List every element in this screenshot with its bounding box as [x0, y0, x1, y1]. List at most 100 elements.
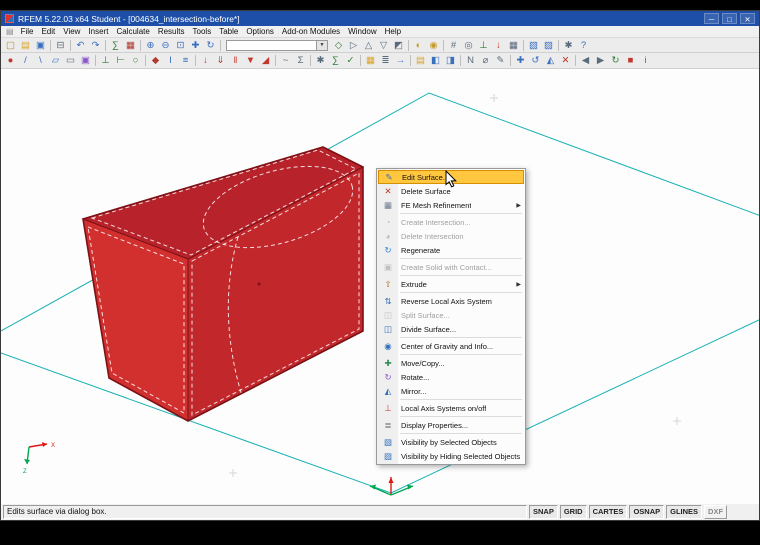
context-menu-item-fe-mesh-refinement[interactable]: ▦ FE Mesh Refinement ▶ — [378, 198, 524, 212]
menu-item-options[interactable]: Options — [242, 27, 278, 36]
context-menu-item-extrude[interactable]: ⇧ Extrude ▶ — [378, 277, 524, 291]
zoom-out-icon[interactable]: ⊖ — [158, 39, 173, 52]
context-menu-item-move-copy[interactable]: ✚ Move/Copy... — [378, 356, 524, 370]
status-toggle-glines[interactable]: GLINES — [666, 505, 703, 519]
calculate-icon[interactable]: ∑ — [108, 39, 123, 52]
menu-item-help[interactable]: Help — [381, 27, 405, 36]
panel-icon[interactable]: ◨ — [443, 54, 458, 67]
isometric-view-icon[interactable]: ◇ — [331, 39, 346, 52]
context-menu-item-local-axis-systems-on-off[interactable]: ⊥ Local Axis Systems on/off — [378, 401, 524, 415]
menu-item-insert[interactable]: Insert — [84, 27, 112, 36]
thickness-icon[interactable]: ≡ — [178, 54, 193, 67]
fe-mesh-display-icon[interactable]: ▦ — [506, 39, 521, 52]
maximize-button[interactable]: □ — [722, 13, 737, 24]
menu-item-window[interactable]: Window — [344, 27, 380, 36]
viewport[interactable]: X Z ✎ Edit Surface... ✕ Delete Surface ▦ FE M… — [1, 69, 759, 504]
visibility-icon[interactable]: ▧ — [526, 39, 541, 52]
load-combination-icon[interactable]: Σ — [293, 54, 308, 67]
menu-item-table[interactable]: Table — [215, 27, 242, 36]
status-toggle-dxf[interactable]: DXF — [704, 505, 728, 519]
export-icon[interactable]: → — [393, 54, 408, 67]
load-case-icon[interactable]: ↓ — [198, 54, 213, 67]
context-menu-item-visibility-by-hiding-selected-objects[interactable]: ▨ Visibility by Hiding Selected Objects — [378, 449, 524, 463]
menu-item-edit[interactable]: Edit — [37, 27, 59, 36]
rendering-icon[interactable]: ◐ — [411, 39, 426, 52]
pan-icon[interactable]: ✚ — [188, 39, 203, 52]
stop-icon[interactable]: ■ — [623, 54, 638, 67]
context-menu-item-reverse-local-axis-system[interactable]: ⇅ Reverse Local Axis System — [378, 294, 524, 308]
open-file-icon[interactable]: ▤ — [18, 39, 33, 52]
context-menu-item-center-of-gravity-and-info[interactable]: ◉ Center of Gravity and Info... — [378, 339, 524, 353]
status-toggle-osnap[interactable]: OSNAP — [629, 505, 665, 519]
comment-icon[interactable]: ✎ — [493, 54, 508, 67]
free-load-icon[interactable]: ◢ — [258, 54, 273, 67]
menu-item-view[interactable]: View — [59, 27, 84, 36]
snap-icon[interactable]: ◎ — [461, 39, 476, 52]
menu-item-results[interactable]: Results — [154, 27, 189, 36]
new-node-icon[interactable]: ● — [3, 54, 18, 67]
calculate-all-icon[interactable]: ∑ — [328, 54, 343, 67]
clipping-icon[interactable]: ▨ — [541, 39, 556, 52]
new-solid-icon[interactable]: ▣ — [78, 54, 93, 67]
refresh-icon[interactable]: ↻ — [608, 54, 623, 67]
nodal-load-icon[interactable]: ⇓ — [213, 54, 228, 67]
rotate-objects-icon[interactable]: ↺ — [528, 54, 543, 67]
status-toggle-snap[interactable]: SNAP — [529, 505, 558, 519]
material-icon[interactable]: ◆ — [148, 54, 163, 67]
delete-objects-icon[interactable]: ✕ — [558, 54, 573, 67]
redo-icon[interactable]: ↷ — [88, 39, 103, 52]
info-icon[interactable]: i — [638, 54, 653, 67]
view-z-icon[interactable]: ▽ — [376, 39, 391, 52]
zoom-window-icon[interactable]: ⊡ — [173, 39, 188, 52]
chevron-down-icon[interactable]: ▼ — [316, 40, 327, 50]
check-model-icon[interactable]: ✓ — [343, 54, 358, 67]
menu-item-file[interactable]: File — [17, 27, 38, 36]
results-icon[interactable]: ▦ — [123, 39, 138, 52]
menu-item-add-on-modules[interactable]: Add-on Modules — [278, 27, 344, 36]
results-table-icon[interactable]: ▦ — [363, 54, 378, 67]
context-menu-item-visibility-by-selected-objects[interactable]: ▧ Visibility by Selected Objects — [378, 435, 524, 449]
member-hinge-icon[interactable]: ○ — [128, 54, 143, 67]
grid-icon[interactable]: # — [446, 39, 461, 52]
zoom-in-icon[interactable]: ⊕ — [143, 39, 158, 52]
undo-icon[interactable]: ↶ — [73, 39, 88, 52]
view-y-icon[interactable]: △ — [361, 39, 376, 52]
new-line-icon[interactable]: / — [18, 54, 33, 67]
selection-combobox-input[interactable] — [227, 40, 316, 50]
help-icon[interactable]: ? — [576, 39, 591, 52]
mirror-objects-icon[interactable]: ◭ — [543, 54, 558, 67]
menu-item-calculate[interactable]: Calculate — [112, 27, 153, 36]
line-load-icon[interactable]: ‖ — [228, 54, 243, 67]
calculation-params-icon[interactable]: ✱ — [313, 54, 328, 67]
view-x-icon[interactable]: ▷ — [346, 39, 361, 52]
context-menu-item-rotate[interactable]: ↻ Rotate... — [378, 370, 524, 384]
printout-report-icon[interactable]: ≣ — [378, 54, 393, 67]
settings-icon[interactable]: ✱ — [561, 39, 576, 52]
previous-view-icon[interactable]: ◀ — [578, 54, 593, 67]
selection-combobox[interactable]: ▼ — [226, 39, 328, 51]
context-menu-item-display-properties[interactable]: ≣ Display Properties... — [378, 418, 524, 432]
menu-item-tools[interactable]: Tools — [189, 27, 216, 36]
context-menu-item-regenerate[interactable]: ↻ Regenerate — [378, 243, 524, 257]
renumber-icon[interactable]: N — [463, 54, 478, 67]
status-toggle-grid[interactable]: GRID — [559, 505, 587, 519]
new-member-icon[interactable]: \ — [33, 54, 48, 67]
perspective-view-icon[interactable]: ◩ — [391, 39, 406, 52]
rotate-view-icon[interactable]: ↻ — [203, 39, 218, 52]
save-icon[interactable]: ▣ — [33, 39, 48, 52]
new-file-icon[interactable]: ▢ — [3, 39, 18, 52]
tables-icon[interactable]: ▤ — [413, 54, 428, 67]
measure-icon[interactable]: ⌀ — [478, 54, 493, 67]
surface-load-icon[interactable]: ▼ — [243, 54, 258, 67]
supports-display-icon[interactable]: ⊥ — [476, 39, 491, 52]
next-view-icon[interactable]: ▶ — [593, 54, 608, 67]
context-menu-item-divide-surface[interactable]: ◫ Divide Surface... — [378, 322, 524, 336]
move-objects-icon[interactable]: ✚ — [513, 54, 528, 67]
lighting-icon[interactable]: ◉ — [426, 39, 441, 52]
print-icon[interactable]: ⊟ — [53, 39, 68, 52]
loads-display-icon[interactable]: ↓ — [491, 39, 506, 52]
status-toggle-cartes[interactable]: CARTES — [588, 505, 628, 519]
imperfection-icon[interactable]: ~ — [278, 54, 293, 67]
context-menu-item-mirror[interactable]: ◭ Mirror... — [378, 384, 524, 398]
new-surface-icon[interactable]: ▱ — [48, 54, 63, 67]
